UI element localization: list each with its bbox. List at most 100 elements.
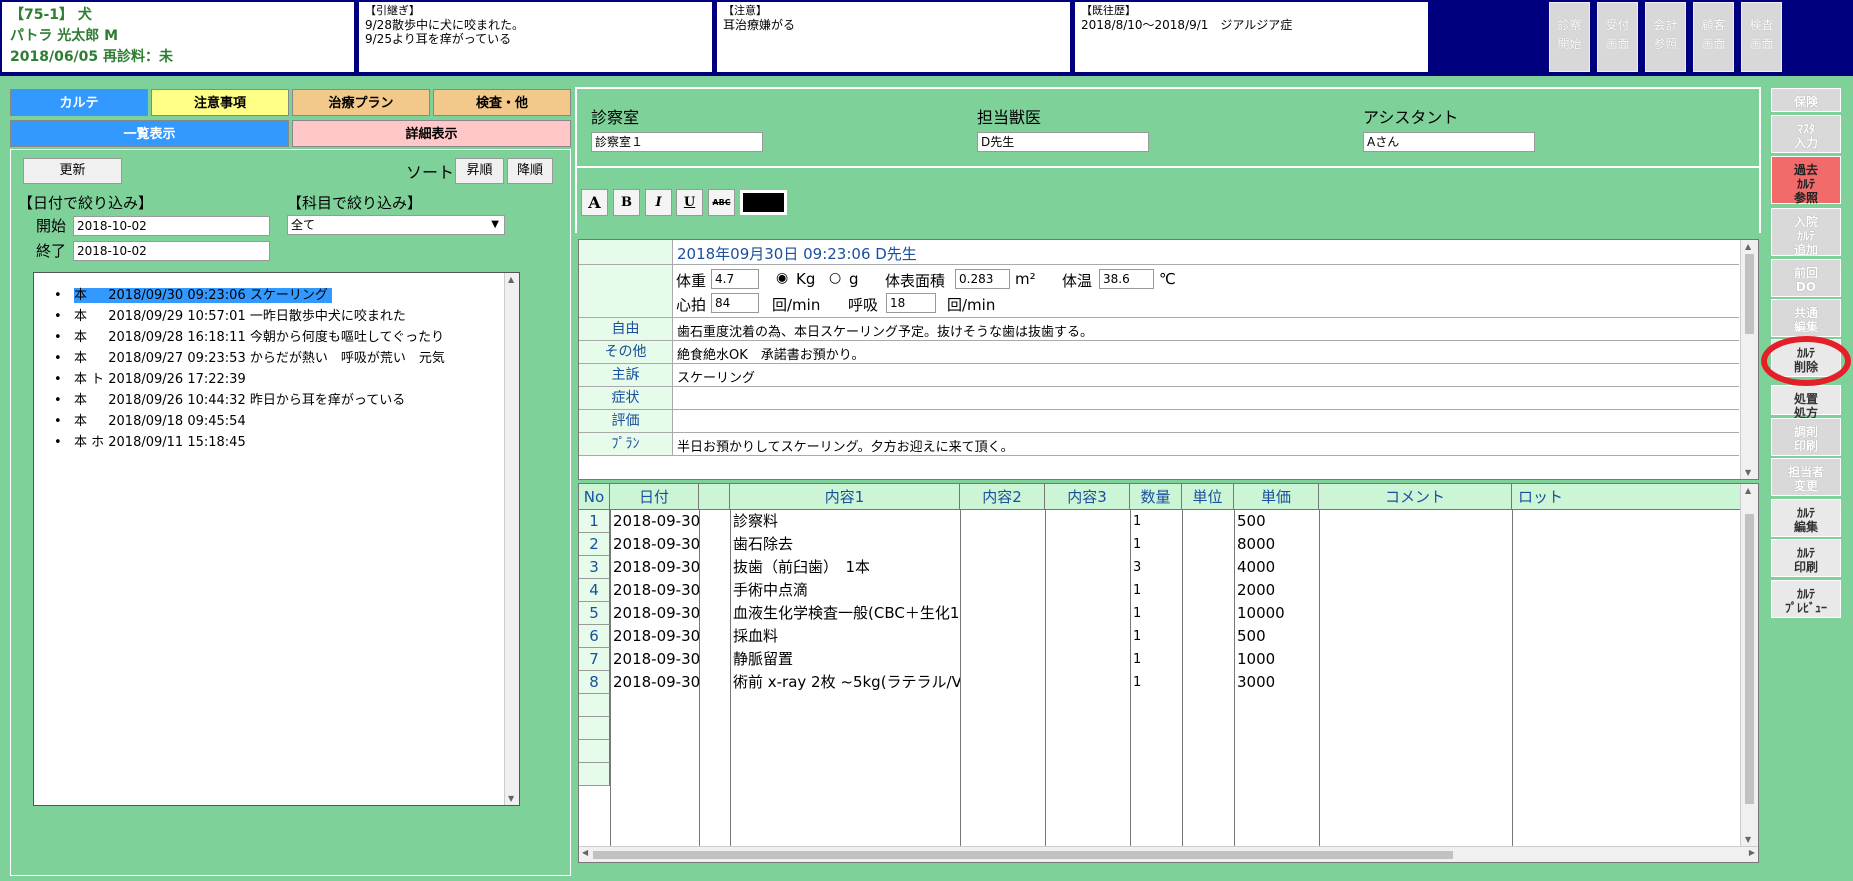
list-item[interactable]: 本 2018/09/28 16:18:11 今朝から何度も嘔吐してぐったり — [34, 327, 519, 348]
list-item[interactable]: 本 2018/09/26 10:44:32 昨日から耳を痒がっている — [34, 390, 519, 411]
italic-button[interactable]: I — [645, 189, 672, 216]
grid-cell-date[interactable]: 2018-09-30 — [610, 625, 699, 648]
start-date-input[interactable]: 2018-10-02 — [73, 216, 270, 236]
reception-screen-button[interactable]: 受付 画面 — [1597, 2, 1638, 72]
grid-cell-qty[interactable]: 1 — [1130, 671, 1182, 694]
grid-cell-qty[interactable]: 1 — [1130, 510, 1182, 533]
grid-row-number[interactable]: 8 — [579, 671, 610, 694]
customer-screen-button[interactable]: 顧客 画面 — [1693, 2, 1734, 72]
grid-cell-content1[interactable]: 術前 x-ray 2枚 ~5kg(ラテラル/VD) — [730, 671, 960, 694]
temp-input[interactable]: 38.6 — [1099, 269, 1154, 289]
list-item[interactable]: 本 2018/09/29 10:57:01 一昨日散歩中犬に咬まれた — [34, 306, 519, 327]
list-item[interactable]: 本 2018/09/18 09:45:54 — [34, 411, 519, 432]
grid-h-scroll-thumb[interactable] — [593, 851, 1453, 859]
refresh-button[interactable]: 更新 — [23, 158, 122, 184]
grid-cell-qty[interactable]: 3 — [1130, 556, 1182, 579]
grid-row-number[interactable] — [579, 740, 610, 763]
grid-row-number[interactable]: 1 — [579, 510, 610, 533]
end-date-input[interactable]: 2018-10-02 — [73, 241, 270, 261]
tab-list-view[interactable]: 一覧表示 — [10, 120, 289, 147]
note-row-value[interactable]: 半日お預かりしてスケーリング。夕方お迎えに来て頂く。 — [677, 436, 1014, 455]
scroll-up-icon[interactable]: ▲ — [1745, 486, 1751, 495]
grid-cell-date[interactable]: 2018-09-30 — [610, 648, 699, 671]
exam-room-input[interactable]: 診察室１ — [591, 132, 763, 152]
grid-row-number[interactable]: 6 — [579, 625, 610, 648]
resp-input[interactable]: 18 — [886, 293, 936, 313]
tab-caution[interactable]: 注意事項 — [151, 89, 289, 116]
side-button[interactable]: ｶﾙﾃ 編集 — [1771, 499, 1841, 537]
grid-cell-content1[interactable]: 静脈留置 — [730, 648, 960, 671]
grid-cell-price[interactable]: 10000 — [1234, 602, 1319, 625]
scroll-right-icon[interactable]: ▶ — [1749, 848, 1755, 857]
grid-cell-price[interactable]: 4000 — [1234, 556, 1319, 579]
tab-treatment-plan[interactable]: 治療プラン — [292, 89, 430, 116]
grid-cell-content1[interactable]: 診察料 — [730, 510, 960, 533]
grid-cell-content1[interactable]: 抜歯（前臼歯） 1本 — [730, 556, 960, 579]
grid-cell-content1[interactable]: 歯石除去 — [730, 533, 960, 556]
bold-button[interactable]: B — [613, 189, 640, 216]
grid-cell-date[interactable]: 2018-09-30 — [610, 533, 699, 556]
grid-scrollbar[interactable]: ▲ ▼ — [1740, 484, 1758, 846]
grid-scroll-thumb[interactable] — [1745, 514, 1754, 804]
grid-row-number[interactable]: 7 — [579, 648, 610, 671]
list-scrollbar[interactable]: ▲ ▼ — [504, 273, 519, 805]
doctor-input[interactable]: D先生 — [977, 132, 1149, 152]
grid-row-number[interactable] — [579, 763, 610, 786]
grid-cell-price[interactable]: 8000 — [1234, 533, 1319, 556]
side-button[interactable]: 共通 編集 — [1771, 299, 1841, 337]
grid-row-number[interactable]: 5 — [579, 602, 610, 625]
bsa-input[interactable]: 0.283 — [955, 269, 1010, 289]
side-button[interactable]: ｶﾙﾃ 印刷 — [1771, 539, 1841, 577]
sort-desc-button[interactable]: 降順 — [507, 158, 553, 184]
side-button[interactable]: ｶﾙﾃ ﾌﾟﾚﾋﾞｭｰ — [1771, 580, 1841, 618]
grid-row-number[interactable] — [579, 717, 610, 740]
text-color-swatch[interactable] — [740, 190, 787, 215]
grid-row-number[interactable]: 4 — [579, 579, 610, 602]
scroll-down-icon[interactable]: ▼ — [1745, 468, 1751, 477]
grid-row-number[interactable] — [579, 694, 610, 717]
scroll-down-icon[interactable]: ▼ — [1745, 835, 1751, 844]
note-scrollbar[interactable]: ▲ ▼ — [1740, 240, 1758, 479]
side-button[interactable]: ﾏｽﾀ 入力 — [1771, 115, 1841, 153]
grid-cell-price[interactable]: 1000 — [1234, 648, 1319, 671]
grid-cell-qty[interactable]: 1 — [1130, 625, 1182, 648]
scroll-down-icon[interactable]: ▼ — [508, 794, 514, 803]
grid-row-number[interactable]: 2 — [579, 533, 610, 556]
tab-karte[interactable]: カルテ — [10, 89, 148, 116]
tab-exam-other[interactable]: 検査・他 — [433, 89, 571, 116]
grid-cell-date[interactable]: 2018-09-30 — [610, 510, 699, 533]
grid-h-scrollbar[interactable]: ◀ ▶ — [579, 846, 1758, 862]
lab-screen-button[interactable]: 検査 画面 — [1741, 2, 1782, 72]
tab-detail-view[interactable]: 詳細表示 — [292, 120, 571, 147]
note-row-value[interactable]: 絶食絶水OK 承諾書お預かり。 — [677, 344, 865, 363]
grid-row-number[interactable]: 3 — [579, 556, 610, 579]
subject-select[interactable]: 全て ▼ — [287, 215, 505, 235]
list-item[interactable]: 本 2018/09/27 09:23:53 からだが熱い 呼吸が荒い 元気 — [34, 348, 519, 369]
unit-kg-radio[interactable]: ◉ — [776, 270, 788, 286]
grid-cell-date[interactable]: 2018-09-30 — [610, 579, 699, 602]
grid-cell-qty[interactable]: 1 — [1130, 579, 1182, 602]
sort-asc-button[interactable]: 昇順 — [455, 158, 504, 184]
weight-input[interactable]: 4.7 — [711, 269, 759, 289]
grid-cell-content1[interactable]: 採血料 — [730, 625, 960, 648]
strikethrough-button[interactable]: ABC — [708, 189, 735, 216]
list-item[interactable]: 本 ホ 2018/09/11 15:18:45 — [34, 432, 519, 453]
side-button[interactable]: 前回 DO — [1771, 259, 1841, 297]
grid-cell-price[interactable]: 500 — [1234, 625, 1319, 648]
grid-cell-content1[interactable]: 手術中点滴 — [730, 579, 960, 602]
grid-cell-qty[interactable]: 1 — [1130, 533, 1182, 556]
grid-cell-qty[interactable]: 1 — [1130, 602, 1182, 625]
side-button[interactable]: 処置 処方 — [1771, 385, 1841, 420]
side-button[interactable]: 過去 ｶﾙﾃ 参照 — [1771, 156, 1841, 205]
billing-view-button[interactable]: 会計 参照 — [1645, 2, 1686, 72]
side-button[interactable]: 入院 ｶﾙﾃ 追加 — [1771, 208, 1841, 257]
start-exam-button[interactable]: 診察 開始 — [1549, 2, 1590, 72]
font-button[interactable]: A — [581, 189, 608, 216]
side-button[interactable]: 担当者 変更 — [1771, 458, 1841, 496]
side-button[interactable]: 調剤 印刷 — [1771, 418, 1841, 456]
grid-cell-qty[interactable]: 1 — [1130, 648, 1182, 671]
list-item[interactable]: 本 2018/09/30 09:23:06 スケーリング — [34, 285, 519, 306]
scroll-left-icon[interactable]: ◀ — [582, 848, 588, 857]
note-row-value[interactable]: 歯石重度沈着の為、本日スケーリング予定。抜けそうな歯は抜歯する。 — [677, 321, 1093, 340]
grid-cell-price[interactable]: 500 — [1234, 510, 1319, 533]
